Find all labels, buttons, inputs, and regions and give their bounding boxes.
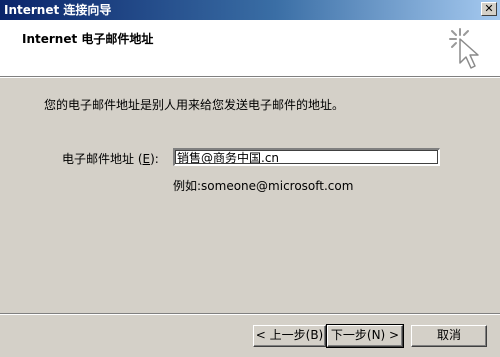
email-label-text: 电子邮件地址 <box>62 152 135 166</box>
close-button[interactable]: ✕ <box>481 2 497 16</box>
intro-text: 您的电子邮件地址是别人用来给您发送电子邮件的地址。 <box>44 98 345 112</box>
email-label-hotkey-close: ): <box>150 152 159 166</box>
wizard-cursor-icon <box>449 28 479 69</box>
email-label-hotkey: E <box>142 152 151 166</box>
title-bar: Internet 连接向导 ✕ <box>0 0 500 20</box>
footer-divider-highlight <box>0 314 500 315</box>
email-field-label: 电子邮件地址 (E): <box>62 150 159 167</box>
cancel-button[interactable]: 取消 <box>411 325 487 347</box>
close-icon: ✕ <box>484 2 494 15</box>
page-title: Internet 电子邮件地址 <box>22 32 154 46</box>
next-button[interactable]: 下一步(N) > <box>326 324 404 348</box>
window-title: Internet 连接向导 <box>4 3 112 17</box>
example-text: 例如:someone@microsoft.com <box>173 179 354 193</box>
wizard-header: Internet 电子邮件地址 <box>0 20 500 77</box>
email-label-hotkey-open: ( <box>134 152 143 166</box>
back-button[interactable]: < 上一步(B) <box>253 325 326 347</box>
header-divider <box>0 77 500 78</box>
email-field[interactable] <box>173 148 440 166</box>
